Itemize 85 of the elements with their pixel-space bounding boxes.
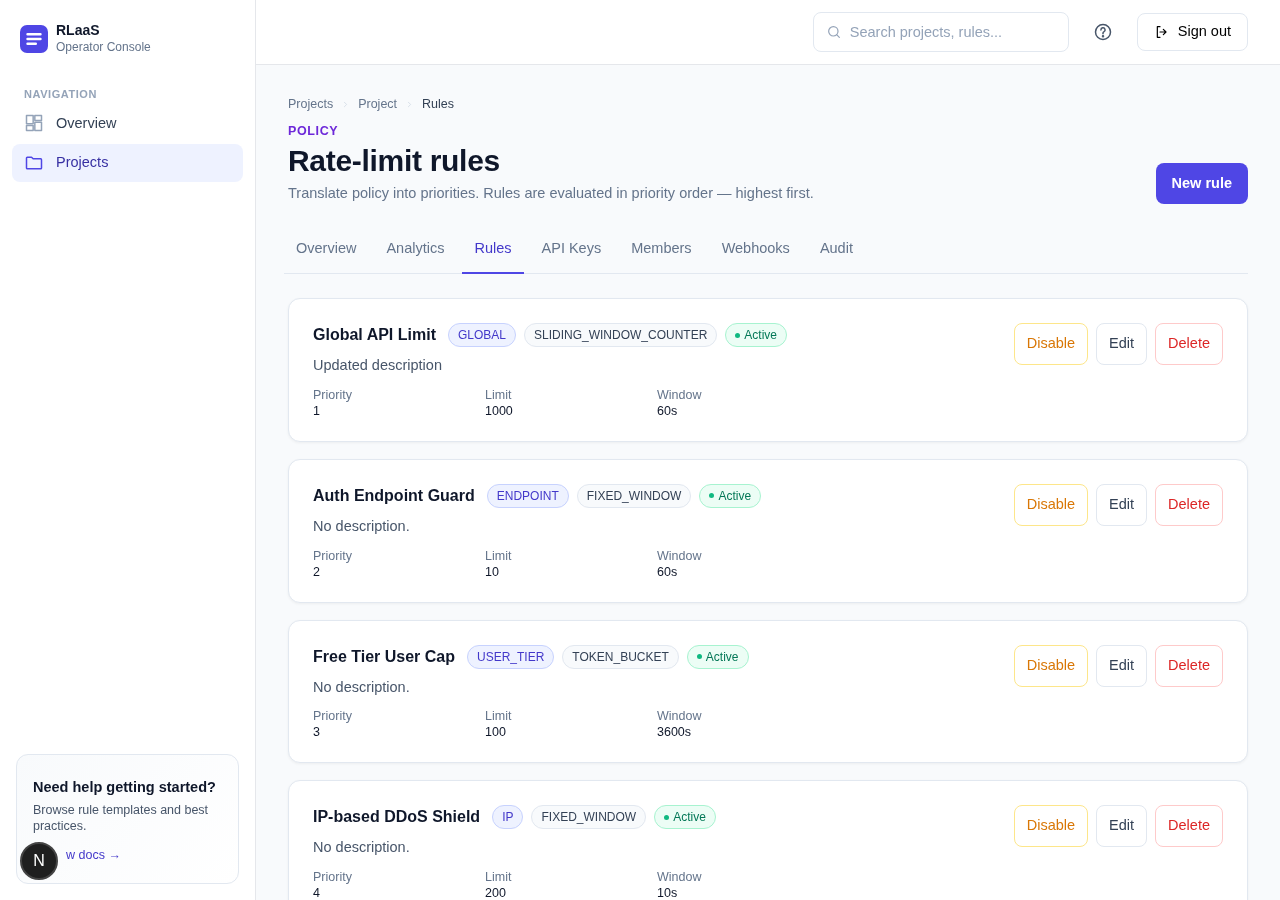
status-tag: Active — [654, 805, 716, 830]
brand-name: RLaaS — [56, 22, 101, 38]
rule-name: Free Tier User Cap — [313, 646, 455, 667]
breadcrumb-item: Rules — [422, 96, 455, 113]
dev-badge[interactable]: N — [20, 842, 58, 880]
field-value: 1 — [313, 402, 321, 419]
rule-description: Updated description — [313, 356, 443, 375]
field-value: 60s — [657, 402, 679, 419]
disable-button[interactable]: Disable — [1013, 805, 1089, 848]
tab[interactable]: Audit — [807, 230, 865, 274]
field-value: 1000 — [485, 402, 514, 419]
tab[interactable]: Rules — [462, 230, 524, 274]
brand-subtitle: Operator Console — [56, 39, 151, 56]
edit-button[interactable]: Edit — [1096, 483, 1148, 526]
field-value: 60s — [657, 563, 679, 580]
scope-tag: USER_TIER — [467, 644, 555, 669]
edit-button[interactable]: Edit — [1096, 805, 1148, 848]
tab[interactable]: Webhooks — [709, 230, 802, 274]
disable-button[interactable]: Disable — [1013, 323, 1089, 365]
page-subtitle: Translate policy into priorities. Rules are evaluated in priority order — highest first. — [288, 183, 814, 203]
help-icon[interactable] — [1092, 22, 1113, 42]
help-text: Browse rule templates and best practices. — [33, 802, 210, 834]
tab[interactable]: API Keys — [529, 230, 614, 274]
breadcrumb-item[interactable]: Project — [358, 95, 398, 114]
field-value: 100 — [485, 724, 507, 741]
field-label: Window — [657, 869, 703, 885]
tab[interactable]: Analytics — [374, 230, 457, 274]
field-label: Limit — [485, 547, 513, 564]
edit-button[interactable]: Edit — [1096, 644, 1148, 687]
disable-button[interactable]: Disable — [1013, 644, 1089, 687]
eyebrow-label: POLICY — [288, 122, 340, 140]
search-field[interactable]: Search projects, rules... — [812, 12, 1069, 52]
field-label: Limit — [485, 869, 513, 885]
field-label: Window — [657, 386, 703, 403]
page-title: Rate-limit rules — [288, 142, 501, 179]
search-icon — [825, 24, 842, 40]
new-rule-button[interactable]: New rule — [1155, 162, 1248, 205]
field-label: Priority — [313, 386, 353, 403]
algorithm-tag: TOKEN_BUCKET — [562, 644, 679, 669]
field-label: Priority — [313, 547, 353, 564]
field-label: Limit — [485, 708, 513, 725]
status-tag: Active — [699, 483, 762, 508]
delete-button[interactable]: Delete — [1155, 644, 1223, 687]
algorithm-tag: FIXED_WINDOW — [576, 483, 692, 508]
grid-icon — [24, 113, 44, 134]
status-tag: Active — [725, 323, 788, 347]
field-label: Priority — [313, 708, 353, 725]
field-value: 10 — [485, 563, 500, 580]
field-label: Priority — [313, 869, 353, 885]
field-label: Window — [657, 547, 703, 564]
field-value: 3600s — [657, 724, 693, 741]
field-label: Limit — [485, 386, 513, 403]
field-value: 4 — [313, 885, 321, 900]
field-value: 3 — [313, 724, 321, 741]
logo-icon — [20, 25, 48, 53]
delete-button[interactable]: Delete — [1155, 483, 1223, 526]
algorithm-tag: SLIDING_WINDOW_COUNTER — [524, 323, 718, 347]
rule-description: No description. — [313, 516, 411, 536]
delete-button[interactable]: Delete — [1155, 323, 1223, 365]
rule-description: No description. — [313, 677, 411, 697]
field-value: 200 — [485, 885, 507, 900]
scope-tag: IP — [492, 805, 524, 830]
tab[interactable]: Members — [619, 230, 704, 274]
scope-tag: ENDPOINT — [486, 483, 569, 508]
rule-name: Global API Limit — [313, 325, 436, 345]
scope-tag: GLOBAL — [447, 323, 516, 347]
sidebar-item[interactable]: Projects — [12, 144, 243, 182]
help-title: Need help getting started? — [33, 778, 217, 796]
sidebar-item[interactable]: Overview — [12, 104, 243, 143]
field-label: Window — [657, 708, 703, 725]
nav-heading: NAVIGATION — [23, 87, 98, 102]
breadcrumb-item[interactable]: Projects — [288, 95, 334, 114]
edit-button[interactable]: Edit — [1096, 323, 1148, 365]
docs-link[interactable]: w docs → — [66, 848, 121, 862]
rule-description: No description. — [313, 838, 411, 858]
disable-button[interactable]: Disable — [1013, 483, 1089, 526]
sign-out-button[interactable]: Sign out — [1136, 13, 1248, 51]
status-tag: Active — [686, 644, 749, 669]
field-value: 2 — [313, 563, 321, 580]
rule-name: IP-based DDoS Shield — [313, 807, 481, 828]
algorithm-tag: FIXED_WINDOW — [531, 805, 647, 830]
field-value: 10s — [657, 885, 679, 900]
tab[interactable]: Overview — [284, 230, 369, 274]
delete-button[interactable]: Delete — [1155, 805, 1223, 848]
rule-name: Auth Endpoint Guard — [313, 485, 475, 506]
